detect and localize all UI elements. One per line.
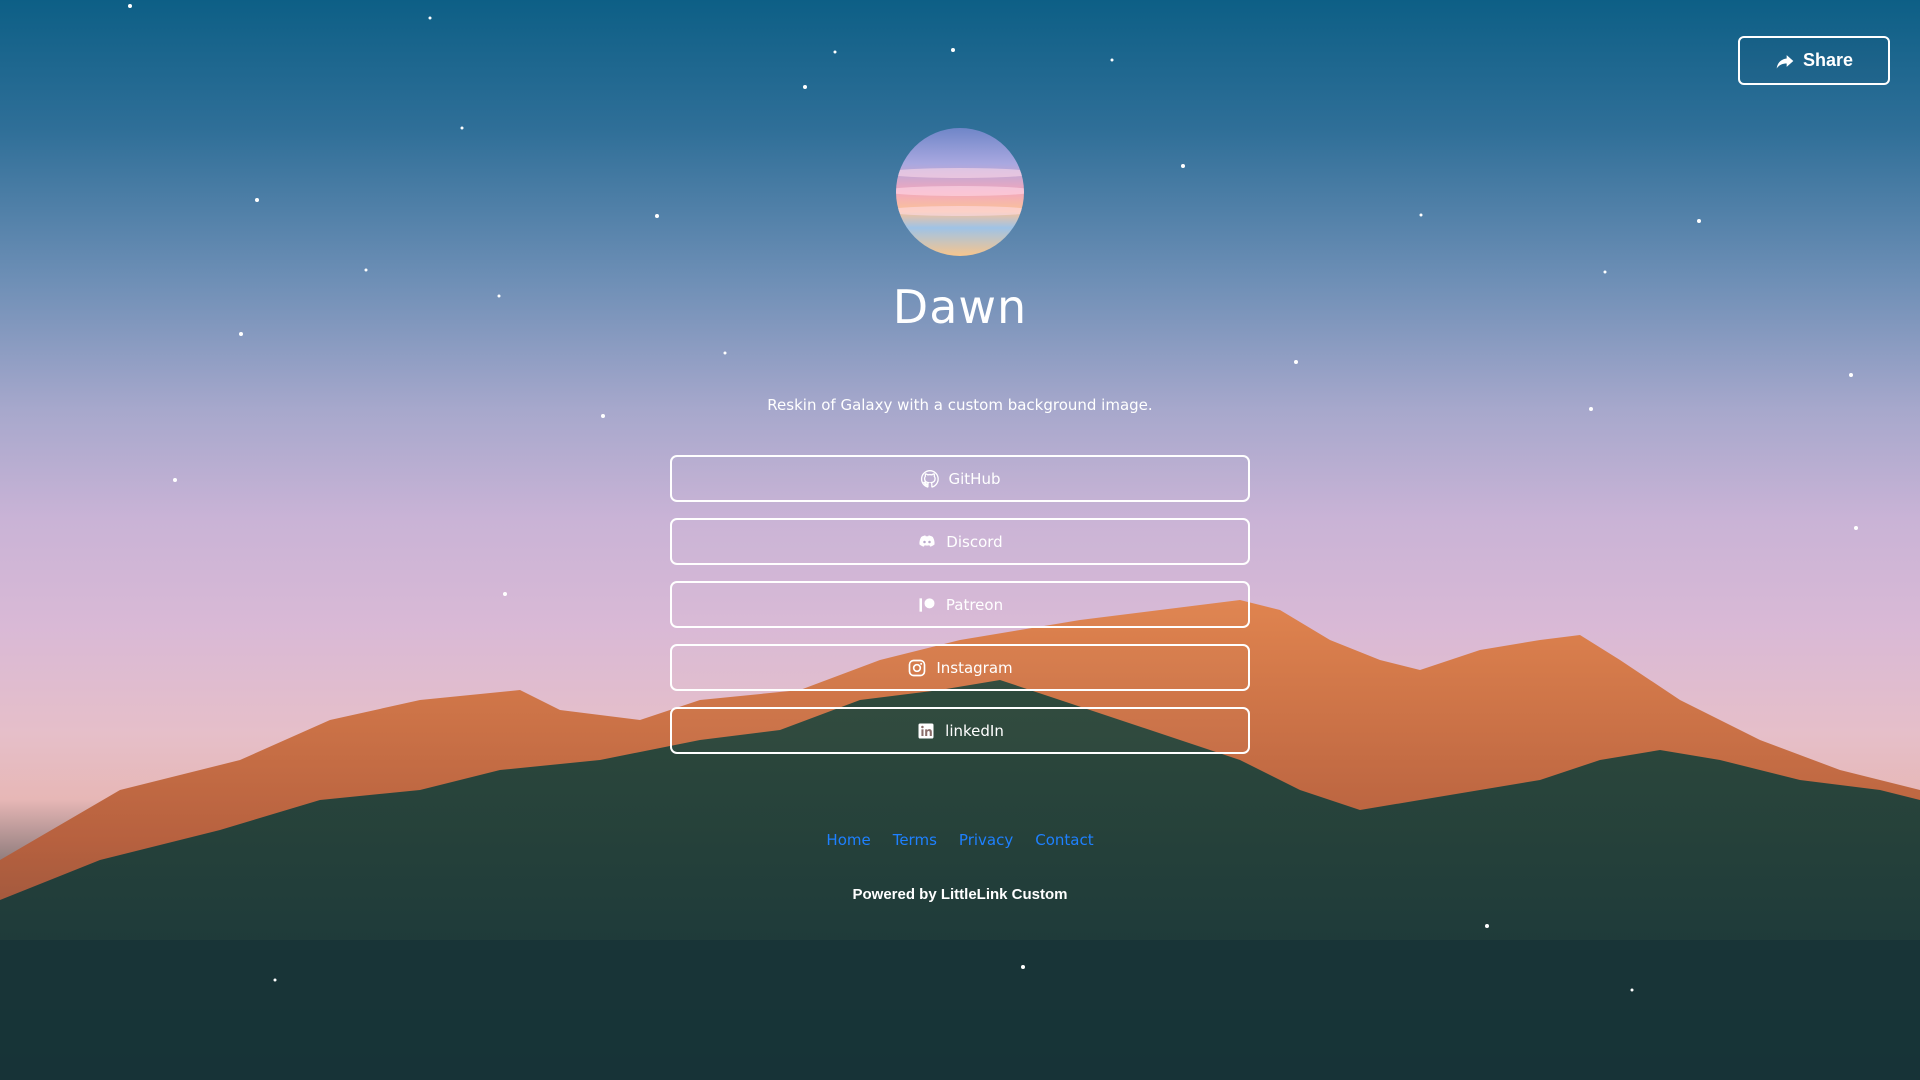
link-label-instagram: Instagram <box>936 658 1013 677</box>
link-button-discord[interactable]: Discord <box>670 518 1250 565</box>
footer-link-home[interactable]: Home <box>826 831 870 849</box>
footer-links: Home Terms Privacy Contact <box>0 831 1920 849</box>
discord-icon <box>919 534 935 547</box>
footer-link-contact[interactable]: Contact <box>1035 831 1093 849</box>
github-icon <box>920 469 939 488</box>
powered-by: Powered by LittleLink Custom <box>852 886 1068 903</box>
share-icon <box>1776 54 1794 68</box>
valley-shadow <box>0 940 1920 1080</box>
link-button-patreon[interactable]: Patreon <box>670 581 1250 628</box>
link-button-github[interactable]: GitHub <box>670 455 1250 502</box>
links-list: GitHub Discord Patreon Instagram linkedI… <box>670 455 1250 770</box>
patreon-icon <box>919 597 935 612</box>
instagram-icon <box>909 659 926 676</box>
link-label-discord: Discord <box>946 532 1003 551</box>
profile-description: Reskin of Galaxy with a custom backgroun… <box>767 396 1153 414</box>
linkedin-icon <box>918 723 934 738</box>
link-label-patreon: Patreon <box>945 595 1004 614</box>
footer-link-privacy[interactable]: Privacy <box>959 831 1013 849</box>
link-label-github: GitHub <box>948 469 1001 488</box>
share-button[interactable]: Share <box>1738 36 1890 85</box>
link-button-linkedin[interactable]: linkedIn <box>670 707 1250 754</box>
share-label: Share <box>1802 50 1854 70</box>
link-button-instagram[interactable]: Instagram <box>670 644 1250 691</box>
footer-link-terms[interactable]: Terms <box>893 831 937 849</box>
avatar <box>896 128 1024 256</box>
link-label-linkedin: linkedIn <box>945 721 1004 740</box>
profile-name: Dawn <box>892 280 1028 334</box>
